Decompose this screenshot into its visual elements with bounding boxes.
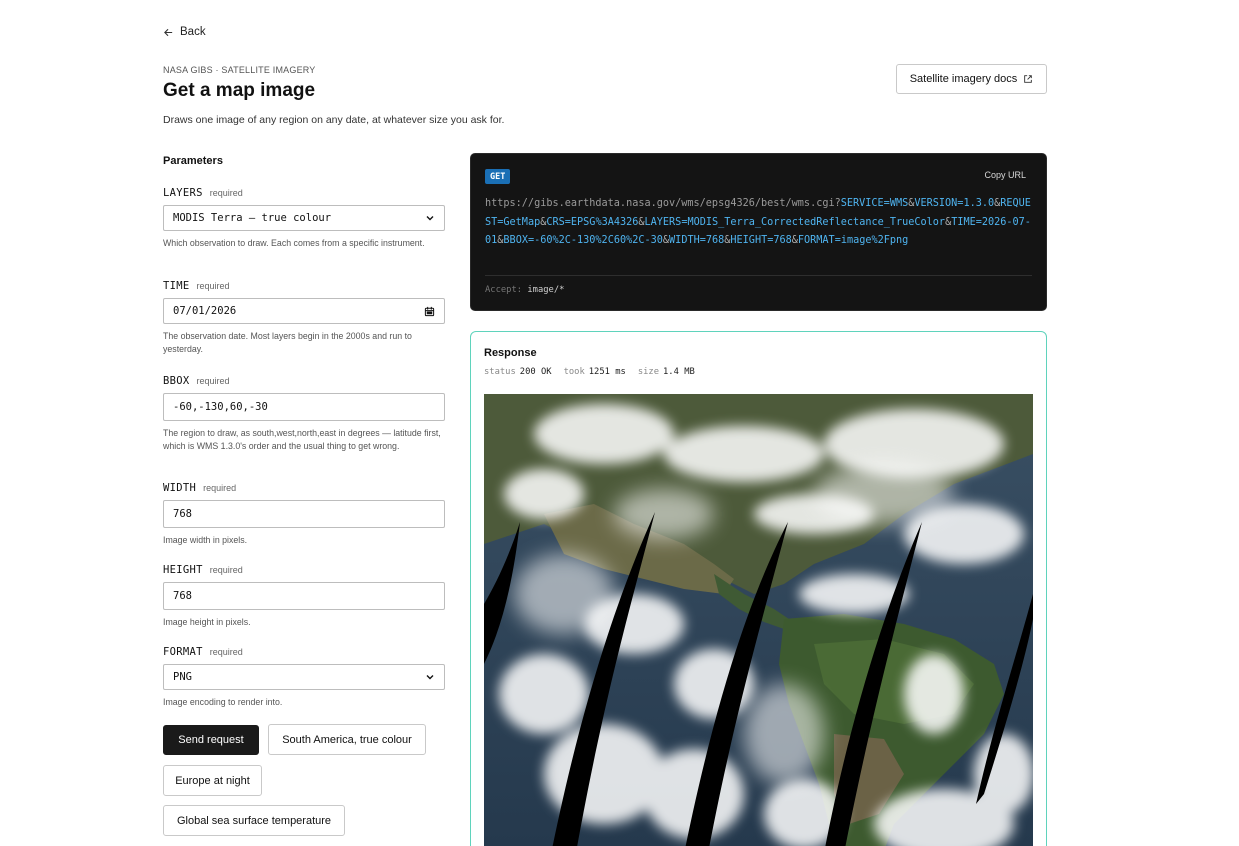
send-request-button[interactable]: Send request [163,725,259,755]
url-base: https://gibs.earthdata.nasa.gov/wms/epsg… [485,198,841,209]
took-value: 1251 ms [588,367,626,377]
field-help: Image width in pixels. [163,535,248,545]
field-help: Image encoding to render into. [163,697,283,707]
preset-south-america-button[interactable]: South America, true colour [268,724,426,755]
divider [485,275,1032,276]
url-param-value: 768 [773,235,792,246]
copy-url-button[interactable]: Copy URL [984,170,1026,180]
url-param-value: GetMap [503,216,541,228]
back-label: Back [180,26,206,38]
request-panel: GET Copy URL https://gibs.earthdata.nasa… [470,153,1047,311]
url-param-value: 1.3.0 [963,198,995,209]
field-name: BBOX [163,375,190,387]
field-name: HEIGHT [163,564,203,576]
url-param-value: WMS [889,198,909,209]
preset-sea-surface-button[interactable]: Global sea surface temperature [163,805,345,836]
accept-value: image/* [527,285,565,295]
field-help: The observation date. Most layers begin … [163,331,412,354]
url-param-key: VERSION= [914,198,964,209]
required-tag: required [209,188,243,198]
size-value: 1.4 MB [663,367,695,377]
preset-europe-night-button[interactable]: Europe at night [163,765,262,796]
satellite-image [484,394,1033,846]
arrow-left-icon [164,28,173,36]
calendar-icon[interactable] [424,306,435,317]
field-bbox: BBOX required -60,-130,60,-30 The region… [163,375,445,452]
width-value: 768 [173,508,192,520]
width-input[interactable]: 768 [163,500,445,528]
field-help: Image height in pixels. [163,617,251,627]
response-meta: status 200 OK took 1251 ms size 1.4 MB [484,367,707,377]
url-param-key: SERVICE= [840,198,890,209]
layers-value: MODIS Terra — true colour [173,212,332,224]
response-title: Response [484,347,537,359]
field-format: FORMAT required PNG Image encoding to re… [163,646,445,709]
took-label: took [563,367,585,377]
format-value: PNG [173,671,192,683]
field-width: WIDTH required 768 Image width in pixels… [163,482,445,547]
accept-label: Accept: [485,285,523,295]
external-link-icon [1024,75,1033,83]
layers-select[interactable]: MODIS Terra — true colour [163,205,445,231]
time-input[interactable]: 07/01/2026 [163,298,445,324]
satellite-image-drawing [484,394,1033,846]
page-title: Get a map image [163,80,316,101]
field-name: WIDTH [163,482,197,494]
url-param-key: TIME= [951,216,982,228]
size-label: size [637,367,660,377]
back-link[interactable]: Back [163,26,206,38]
request-url[interactable]: https://gibs.earthdata.nasa.gov/wms/epsg… [485,195,1033,251]
field-name: TIME [163,280,190,292]
field-name: LAYERS [163,187,203,199]
url-param-value: EPSG%3A4326 [570,216,639,228]
page-subtitle: Draws one image of any region on any dat… [163,114,505,126]
parameters-heading: Parameters [163,155,223,167]
url-param-value: 768 [705,235,725,246]
parameters-panel: Parameters LAYERS required MODIS Terra —… [163,155,445,707]
height-value: 768 [173,590,192,602]
time-value: 07/01/2026 [173,305,237,317]
field-help: Which observation to draw. Each comes fr… [163,238,425,248]
required-tag: required [209,647,243,657]
required-tag: required [209,565,243,575]
url-param-key: CRS= [546,216,571,228]
field-layers: LAYERS required MODIS Terra — true colou… [163,187,445,250]
bbox-value: -60,-130,60,-30 [173,401,268,413]
bbox-input[interactable]: -60,-130,60,-30 [163,393,445,421]
required-tag: required [196,376,230,386]
status-label: status [484,367,516,377]
url-param-key: WIDTH= [669,235,706,246]
docs-button[interactable]: Satellite imagery docs [896,64,1047,94]
url-param-key: BBOX= [503,235,535,246]
field-help: The region to draw, as south,west,north,… [163,428,441,451]
url-param-value: image%2Fpng [840,235,909,246]
url-param-key: HEIGHT= [730,235,774,246]
url-param-key: LAYERS= [644,216,688,228]
chevron-down-icon [426,216,434,221]
required-tag: required [203,483,237,493]
field-name: FORMAT [163,646,203,658]
response-panel: Response status 200 OK took 1251 ms size… [470,331,1047,846]
url-param-key: FORMAT= [797,235,841,246]
accept-header: Accept: image/* [485,285,564,295]
eyebrow: NASA GIBS · SATELLITE IMAGERY [163,65,316,75]
chevron-down-icon [426,675,434,680]
url-param-value: -60%2C-130%2C60%2C-30 [534,235,663,246]
status-value: 200 OK [519,367,552,377]
height-input[interactable]: 768 [163,582,445,610]
docs-button-label: Satellite imagery docs [909,73,1018,85]
field-time: TIME required 07/01/2026 The observation… [163,280,445,355]
url-param-value: MODIS_Terra_CorrectedReflectance_TrueCol… [687,216,946,228]
required-tag: required [196,281,230,291]
method-badge: GET [485,169,511,184]
format-select[interactable]: PNG [163,664,445,690]
field-height: HEIGHT required 768 Image height in pixe… [163,564,445,629]
